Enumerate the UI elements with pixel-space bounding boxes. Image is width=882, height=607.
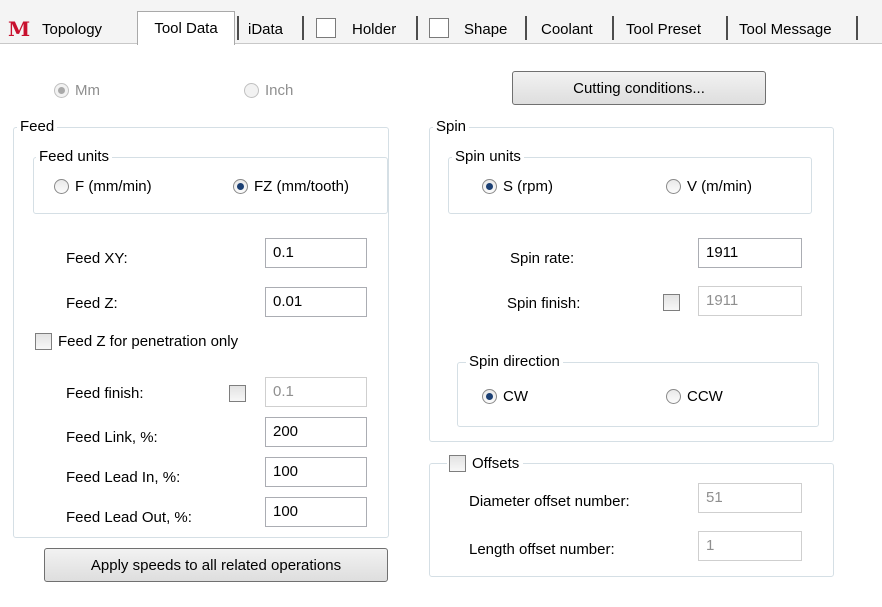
apply-speeds-button[interactable]: Apply speeds to all related operations	[44, 548, 388, 582]
feed-unit-f-label: F (mm/min)	[75, 178, 152, 195]
spin-units-title: Spin units	[452, 148, 524, 166]
tab-separator	[416, 16, 418, 40]
spin-unit-s-label: S (rpm)	[503, 178, 553, 195]
feed-xy-input[interactable]: 0.1	[265, 238, 367, 268]
unit-mm-radio[interactable]	[54, 83, 69, 98]
tab-strip: M Topology Tool Data iData Holder Shape …	[0, 0, 882, 45]
tab-topology[interactable]: Topology	[42, 14, 102, 44]
unit-inch-label: Inch	[265, 82, 294, 99]
unit-mm-label: Mm	[75, 82, 100, 99]
tab-separator	[525, 16, 527, 40]
feed-lead-in-label: Feed Lead In, %:	[66, 469, 181, 486]
tab-separator	[237, 16, 239, 40]
feed-z-penetration-checkbox[interactable]	[35, 333, 52, 350]
feed-z-input[interactable]: 0.01	[265, 287, 367, 317]
feed-unit-fz-radio[interactable]	[233, 179, 248, 194]
spin-unit-v-option[interactable]: V (m/min)	[666, 178, 752, 195]
spin-rate-label: Spin rate:	[510, 250, 575, 267]
feed-unit-fz-option[interactable]: FZ (mm/tooth)	[233, 178, 349, 195]
feed-units-title: Feed units	[36, 148, 113, 166]
cutting-conditions-button[interactable]: Cutting conditions...	[512, 71, 766, 105]
feed-z-penetration-label: Feed Z for penetration only	[58, 333, 239, 350]
spin-finish-label: Spin finish:	[507, 295, 581, 312]
feed-finish-checkbox[interactable]	[229, 385, 246, 402]
feed-unit-f-option[interactable]: F (mm/min)	[54, 178, 152, 195]
spin-unit-s-option[interactable]: S (rpm)	[482, 178, 553, 195]
feed-lead-out-input[interactable]: 100	[265, 497, 367, 527]
unit-inch-radio[interactable]	[244, 83, 259, 98]
spin-finish-checkbox[interactable]	[663, 294, 680, 311]
spin-ccw-label: CCW	[687, 388, 723, 405]
feed-link-label: Feed Link, %:	[66, 429, 158, 446]
holder-tab-checkbox[interactable]	[316, 18, 336, 38]
tab-holder[interactable]: Holder	[352, 14, 396, 44]
tab-shape[interactable]: Shape	[464, 14, 507, 44]
feed-finish-label: Feed finish:	[66, 385, 144, 402]
length-offset-label: Length offset number:	[469, 541, 615, 558]
spin-cw-option[interactable]: CW	[482, 388, 528, 405]
shape-tab-checkbox[interactable]	[429, 18, 449, 38]
feed-link-input[interactable]: 200	[265, 417, 367, 447]
tab-idata[interactable]: iData	[248, 14, 283, 44]
feed-lead-in-input[interactable]: 100	[265, 457, 367, 487]
tab-separator	[302, 16, 304, 40]
tab-separator	[856, 16, 858, 40]
unit-inch-option[interactable]: Inch	[244, 82, 293, 99]
offsets-checkbox[interactable]	[449, 455, 466, 472]
spin-finish-input[interactable]: 1911	[698, 286, 802, 316]
tab-separator	[612, 16, 614, 40]
length-offset-input[interactable]: 1	[698, 531, 802, 561]
feed-unit-f-radio[interactable]	[54, 179, 69, 194]
offsets-title: Offsets	[472, 455, 520, 472]
diameter-offset-label: Diameter offset number:	[469, 493, 630, 510]
unit-mm-option[interactable]: Mm	[54, 82, 100, 99]
spin-cw-label: CW	[503, 388, 528, 405]
tab-coolant[interactable]: Coolant	[541, 14, 593, 44]
feed-group-title: Feed	[17, 118, 58, 136]
feed-z-penetration-option[interactable]: Feed Z for penetration only	[35, 333, 238, 350]
tab-separator	[726, 16, 728, 40]
spin-unit-v-radio[interactable]	[666, 179, 681, 194]
tab-tool-message[interactable]: Tool Message	[739, 14, 832, 44]
spin-ccw-option[interactable]: CCW	[666, 388, 723, 405]
feed-unit-fz-label: FZ (mm/tooth)	[254, 178, 350, 195]
offsets-option[interactable]: Offsets	[447, 455, 524, 472]
tab-tool-preset[interactable]: Tool Preset	[626, 14, 701, 44]
diameter-offset-input[interactable]: 51	[698, 483, 802, 513]
tab-tool-data[interactable]: Tool Data	[137, 11, 235, 45]
feed-xy-label: Feed XY:	[66, 250, 128, 267]
feed-z-label: Feed Z:	[66, 295, 118, 312]
spin-unit-s-radio[interactable]	[482, 179, 497, 194]
feed-lead-out-label: Feed Lead Out, %:	[66, 509, 192, 526]
spin-rate-input[interactable]: 1911	[698, 238, 802, 268]
spin-group-title: Spin	[433, 118, 470, 136]
spin-unit-v-label: V (m/min)	[687, 178, 752, 195]
spin-cw-radio[interactable]	[482, 389, 497, 404]
feed-finish-input[interactable]: 0.1	[265, 377, 367, 407]
spin-direction-title: Spin direction	[466, 353, 563, 371]
app-logo-icon: M	[8, 17, 31, 41]
spin-ccw-radio[interactable]	[666, 389, 681, 404]
